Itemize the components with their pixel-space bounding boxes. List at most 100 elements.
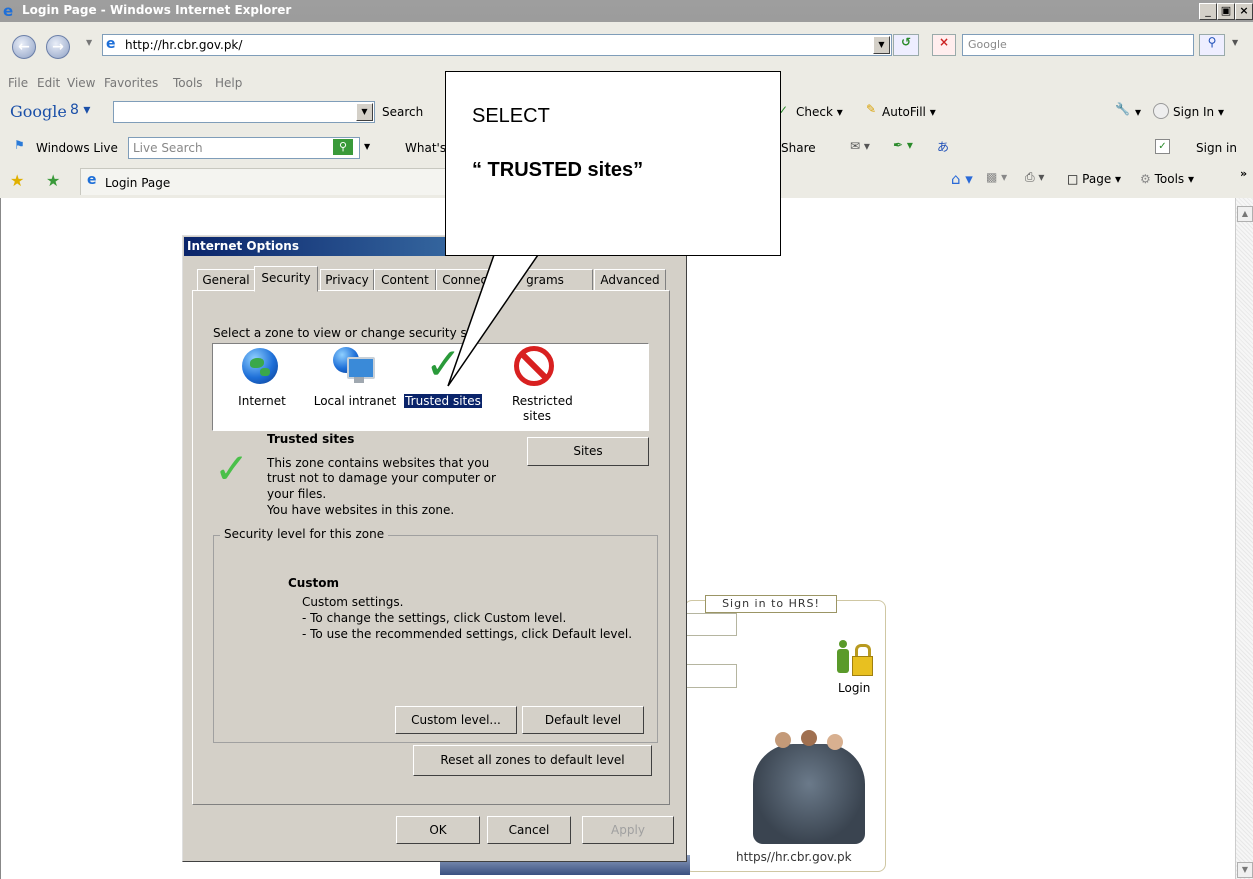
title-bar: e Login Page - Windows Internet Explorer… (0, 0, 1253, 22)
google-signin-button[interactable]: Sign In ▾ (1173, 105, 1224, 119)
minimize-button[interactable]: _ (1199, 3, 1217, 20)
tab-security[interactable]: Security (254, 266, 318, 292)
level-desc-2: - To change the settings, click Custom l… (302, 611, 567, 625)
windows-live-logo-icon: ⚑ (14, 138, 25, 152)
intranet-icon[interactable] (333, 347, 375, 387)
google-search-button[interactable]: Search (382, 105, 423, 119)
apply-button[interactable]: Apply (582, 816, 674, 844)
zone-desc-1: This zone contains websites that you (267, 456, 490, 470)
footer-url: https//hr.cbr.gov.pk (736, 850, 852, 864)
wrench-icon[interactable]: 🔧 (1115, 102, 1130, 116)
refresh-icon[interactable]: ↺ (893, 34, 919, 56)
autofill-label: AutoFill (882, 105, 926, 119)
whats-new-button[interactable]: What's (405, 141, 446, 155)
autofill-button[interactable]: AutoFill ▾ (882, 105, 936, 119)
menu-favorites[interactable]: Favorites (104, 76, 158, 90)
google-search-input[interactable]: ▼ (113, 101, 375, 123)
sites-button[interactable]: Sites (527, 437, 649, 466)
password-field[interactable] (686, 664, 737, 688)
back-button[interactable]: ← (12, 35, 36, 59)
live-search-placeholder: Live Search (133, 141, 203, 155)
maximize-button[interactable]: ▣ (1217, 3, 1235, 20)
page-icon: e (106, 36, 116, 52)
google-search-dropdown[interactable]: ▼ (356, 103, 373, 121)
level-desc-3: - To use the recommended settings, click… (302, 627, 633, 641)
live-search-icon[interactable]: ⚲ (333, 139, 353, 155)
mail-icon[interactable]: ✉ ▾ (850, 139, 870, 153)
page-menu-button[interactable]: □ Page ▾ (1067, 172, 1121, 186)
stop-icon[interactable]: × (932, 34, 956, 56)
close-button[interactable]: × (1235, 3, 1253, 20)
zone-internet[interactable]: Internet (232, 394, 292, 408)
print-icon[interactable]: ⎙ ▾ (1025, 170, 1044, 185)
menu-tools[interactable]: Tools (173, 76, 203, 90)
ok-button[interactable]: OK (396, 816, 480, 844)
search-options-icon[interactable]: ▼ (1232, 38, 1238, 47)
callout-tail (447, 251, 542, 387)
address-field[interactable]: e http://hr.cbr.gov.pk/ ▼ (102, 34, 892, 56)
menu-help[interactable]: Help (215, 76, 242, 90)
address-toolbar: ← → ▼ e http://hr.cbr.gov.pk/ ▼ ↺ × Goog… (0, 22, 1253, 72)
default-level-button[interactable]: Default level (522, 706, 644, 734)
trusted-checkmark-icon: ✓ (214, 444, 250, 493)
scroll-up-button[interactable]: ▲ (1237, 206, 1253, 222)
address-url[interactable]: http://hr.cbr.gov.pk/ (125, 38, 242, 52)
favorites-star-icon[interactable]: ★ (10, 171, 24, 190)
check-button[interactable]: Check ▾ (796, 105, 843, 119)
login-lock-icon[interactable] (835, 640, 873, 680)
live-signin-button[interactable]: Sign in (1196, 141, 1237, 155)
search-field[interactable]: Google (962, 34, 1194, 56)
chevron-more-icon[interactable]: » (1240, 167, 1247, 180)
tools-menu-button[interactable]: ⚙ Tools ▾ (1140, 172, 1194, 186)
login-label[interactable]: Login (838, 681, 870, 695)
username-field[interactable] (686, 613, 737, 636)
user-icon (1153, 103, 1169, 119)
tab-privacy[interactable]: Privacy (320, 269, 374, 291)
callout-box: SELECT “ TRUSTED sites” (445, 71, 781, 256)
check-label: Check (796, 105, 833, 119)
scroll-down-button[interactable]: ▼ (1237, 862, 1253, 878)
page-menu-label: Page (1082, 172, 1112, 186)
live-search-input[interactable]: Live Search ⚲ (128, 137, 360, 159)
google-g-label: 8 (70, 102, 79, 118)
vertical-scrollbar[interactable]: ▲ ▼ (1235, 198, 1253, 879)
people-group-image (745, 722, 873, 850)
security-level-label: Security level for this zone (220, 527, 389, 541)
history-dropdown-icon[interactable]: ▼ (86, 38, 92, 47)
add-favorites-icon[interactable]: ★ (46, 171, 60, 190)
menu-edit[interactable]: Edit (37, 76, 60, 90)
reset-all-zones-button[interactable]: Reset all zones to default level (413, 745, 652, 776)
zone-local-intranet[interactable]: Local intranet (310, 394, 400, 408)
forward-button[interactable]: → (46, 35, 70, 59)
menu-view[interactable]: View (67, 76, 95, 90)
signin-checkbox-icon: ✓ (1155, 139, 1170, 154)
live-search-dropdown-icon[interactable]: ▼ (364, 142, 370, 151)
wrench-dropdown-icon[interactable]: ▾ (1135, 105, 1141, 119)
globe-icon[interactable] (242, 348, 278, 384)
photo-icon[interactable]: ✒ ▾ (893, 138, 913, 152)
tab-advanced[interactable]: Advanced (594, 269, 666, 291)
callout-line2: “ TRUSTED sites” (472, 159, 644, 181)
google-signin-label: Sign In (1173, 105, 1215, 119)
dialog-title: Internet Options (187, 239, 299, 253)
feeds-icon[interactable]: ▩ ▾ (986, 170, 1007, 184)
tab-general[interactable]: General (197, 269, 255, 291)
translate-icon[interactable]: あ (937, 138, 949, 155)
search-placeholder: Google (968, 38, 1007, 51)
google-account-icon[interactable]: 8 ▾ (70, 102, 90, 118)
address-dropdown[interactable]: ▼ (873, 36, 890, 54)
share-button[interactable]: Share (781, 141, 816, 155)
search-icon[interactable]: ⚲ (1199, 34, 1225, 56)
windows-live-label[interactable]: Windows Live (36, 141, 118, 155)
gear-icon: ⚙ (1140, 172, 1151, 186)
signin-title: Sign in to HRS! (705, 595, 837, 613)
google-logo[interactable]: Google (10, 102, 67, 121)
tab-login-page[interactable]: e Login Page (80, 168, 446, 195)
tab-label: Login Page (105, 176, 171, 190)
menu-file[interactable]: File (8, 76, 28, 90)
tools-menu-label: Tools (1154, 172, 1185, 186)
home-icon[interactable]: ⌂ ▾ (951, 170, 973, 188)
cancel-button[interactable]: Cancel (487, 816, 571, 844)
custom-level-button[interactable]: Custom level... (395, 706, 517, 734)
level-desc-1: Custom settings. (302, 595, 404, 609)
